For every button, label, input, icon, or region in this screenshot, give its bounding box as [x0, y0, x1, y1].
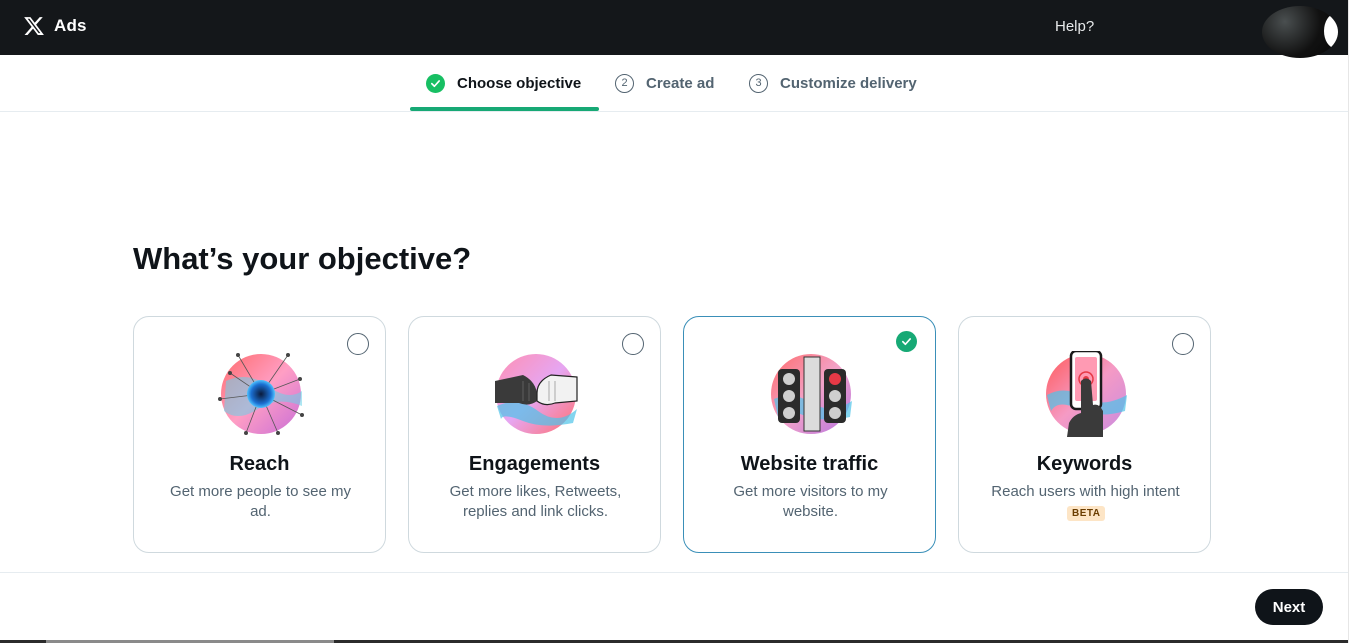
fist-bump-illustration: [495, 354, 578, 434]
next-button[interactable]: Next: [1255, 589, 1323, 625]
card-description: Get more visitors to my website.: [733, 483, 888, 520]
card-description: Reach users with high intent: [991, 483, 1180, 500]
step-number: 2: [615, 73, 634, 93]
beta-badge: BETA: [1067, 506, 1106, 521]
progress-steps: Choose objective 2 Create ad 3 Customize…: [0, 55, 1348, 112]
card-title: Reach: [229, 453, 290, 475]
reach-illustration: [218, 353, 304, 435]
radio-unchecked-icon[interactable]: [347, 333, 369, 355]
card-title: Website traffic: [740, 453, 879, 475]
card-title: Keywords: [1036, 453, 1133, 475]
active-step-indicator: [410, 107, 599, 111]
check-circle-icon: [426, 73, 445, 93]
x-logo-icon: [24, 17, 44, 35]
objective-card-reach[interactable]: Reach Get more people to see my ad.: [133, 316, 386, 553]
radio-checked-icon[interactable]: [896, 331, 917, 352]
step-customize-delivery[interactable]: 3 Customize delivery: [749, 55, 917, 111]
traffic-light-illustration: [771, 354, 852, 434]
step-label: Create ad: [646, 74, 715, 92]
phone-tap-illustration: [1046, 351, 1127, 437]
user-avatar[interactable]: [1262, 6, 1338, 58]
step-label: Choose objective: [457, 74, 582, 92]
page-title: What’s your objective?: [133, 241, 472, 276]
footer-bar: [0, 572, 1348, 644]
objective-card-website-traffic[interactable]: Website traffic Get more visitors to my …: [683, 316, 936, 553]
card-description: Get more likes, Retweets, replies and li…: [449, 483, 622, 520]
radio-unchecked-icon[interactable]: [622, 333, 644, 355]
card-description: Get more people to see my ad.: [170, 483, 351, 520]
objective-card-keywords[interactable]: Keywords Reach users with high intent BE…: [958, 316, 1211, 553]
step-number: 3: [749, 73, 768, 93]
brand-label: Ads: [54, 16, 87, 35]
help-link[interactable]: Help?: [1055, 18, 1094, 35]
brand[interactable]: Ads: [23, 15, 87, 37]
step-create-ad[interactable]: 2 Create ad: [615, 55, 714, 111]
scrollbar[interactable]: [1348, 0, 1364, 643]
card-title: Engagements: [468, 453, 601, 475]
radio-unchecked-icon[interactable]: [1172, 333, 1194, 355]
top-bar: Ads Help?: [0, 0, 1348, 58]
step-choose-objective[interactable]: Choose objective: [426, 55, 581, 111]
objective-card-engagements[interactable]: Engagements Get more likes, Retweets, re…: [408, 316, 661, 553]
step-label: Customize delivery: [780, 74, 917, 92]
